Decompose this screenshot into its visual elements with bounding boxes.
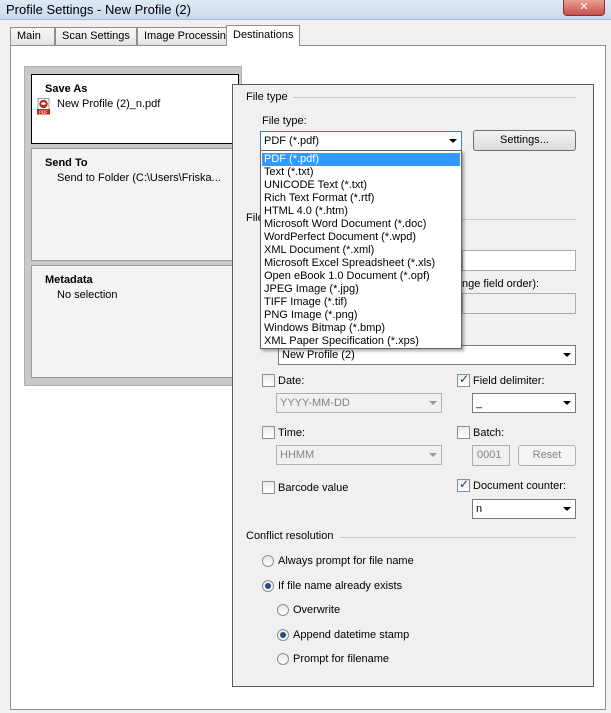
file-type-option[interactable]: HTML 4.0 (*.htm) [262, 205, 460, 218]
time-checkbox[interactable] [262, 426, 275, 439]
chevron-down-icon [563, 401, 571, 405]
append-datetime-label: Append datetime stamp [293, 629, 410, 641]
date-label: Date: [278, 375, 305, 387]
destination-subtitle: No selection [57, 289, 118, 301]
document-counter-value: n [476, 503, 483, 515]
profile-name-value: New Profile (2) [282, 349, 355, 361]
field-delimiter-value: _ [476, 397, 483, 409]
pdf-file-icon: PDF [37, 98, 50, 115]
chevron-down-icon [429, 401, 437, 405]
barcode-checkbox[interactable] [262, 481, 275, 494]
chevron-down-icon [563, 507, 571, 511]
tab-destinations-label: Destinations [233, 29, 294, 41]
group-divider [293, 97, 576, 98]
tab-image-processing[interactable]: Image Processing [137, 27, 236, 45]
field-delimiter-combo[interactable]: _ [472, 393, 576, 413]
svg-text:PDF: PDF [39, 110, 48, 115]
file-type-option[interactable]: Microsoft Excel Spreadsheet (*.xls) [262, 257, 460, 270]
group-divider [340, 537, 576, 538]
batch-value: 0001 [477, 449, 502, 461]
tab-image-processing-label: Image Processing [144, 30, 233, 42]
close-icon: ✕ [579, 1, 589, 13]
tab-destinations[interactable]: Destinations [226, 25, 300, 46]
settings-button[interactable]: Settings... [473, 130, 576, 151]
destination-send-to[interactable]: Send To Send to Folder (C:\Users\Friska.… [31, 148, 239, 261]
barcode-label: Barcode value [278, 482, 349, 494]
conflict-resolution-group-label: Conflict resolution [246, 530, 334, 542]
file-type-dropdown-list: PDF (*.pdf) Text (*.txt) UNICODE Text (*… [260, 150, 462, 349]
destination-subtitle: Send to Folder (C:\Users\Friska... [57, 172, 221, 184]
destination-title: Metadata [45, 274, 93, 286]
reset-button[interactable]: Reset [518, 445, 576, 466]
always-prompt-label: Always prompt for file name [278, 555, 414, 567]
time-label: Time: [278, 427, 306, 439]
file-type-option[interactable]: XML Document (*.xml) [262, 244, 460, 257]
destination-title: Send To [45, 157, 88, 169]
field-order-label: nge field order): [462, 278, 540, 290]
time-format-value: HHMM [280, 449, 315, 461]
batch-checkbox[interactable] [457, 426, 470, 439]
date-checkbox[interactable] [262, 374, 275, 387]
tab-main-label: Main [17, 30, 41, 42]
file-type-option[interactable]: JPEG Image (*.jpg) [262, 283, 460, 296]
if-exists-label: If file name already exists [278, 580, 403, 592]
file-type-combo[interactable]: PDF (*.pdf) [260, 131, 462, 151]
close-button[interactable]: ✕ [563, 0, 605, 16]
time-format-combo[interactable]: HHMM [276, 445, 442, 465]
field-order-input[interactable] [462, 293, 576, 314]
chevron-down-icon [563, 353, 571, 357]
file-name-prefix-input[interactable] [462, 250, 576, 271]
field-delimiter-label: Field delimiter: [473, 375, 545, 387]
tab-main[interactable]: Main [10, 27, 55, 45]
date-format-combo[interactable]: YYYY-MM-DD [276, 393, 442, 413]
always-prompt-radio[interactable] [262, 555, 274, 567]
group-divider [462, 219, 576, 220]
overwrite-radio[interactable] [277, 604, 289, 616]
file-type-option[interactable]: Microsoft Word Document (*.doc) [262, 218, 460, 231]
file-type-group-label: File type [246, 91, 288, 103]
destination-save-as[interactable]: Save As PDF New Profile (2)_n.pdf [31, 74, 239, 144]
tab-scan-settings-label: Scan Settings [62, 30, 130, 42]
file-type-option[interactable]: Rich Text Format (*.rtf) [262, 192, 460, 205]
file-type-option[interactable]: Text (*.txt) [262, 166, 460, 179]
document-counter-checkbox[interactable] [457, 477, 470, 492]
overwrite-label: Overwrite [293, 604, 341, 616]
tab-scan-settings[interactable]: Scan Settings [55, 27, 137, 45]
batch-label: Batch: [473, 427, 505, 439]
file-type-option[interactable]: Windows Bitmap (*.bmp) [262, 322, 460, 335]
append-datetime-radio[interactable] [277, 629, 289, 641]
prompt-filename-label: Prompt for filename [293, 653, 389, 665]
file-type-option[interactable]: PDF (*.pdf) [262, 153, 460, 166]
file-type-option[interactable]: XML Paper Specification (*.xps) [262, 335, 460, 348]
file-type-value: PDF (*.pdf) [264, 135, 320, 147]
chevron-down-icon [429, 453, 437, 457]
document-counter-label: Document counter: [473, 480, 566, 492]
prompt-filename-radio[interactable] [277, 653, 289, 665]
date-format-value: YYYY-MM-DD [280, 397, 350, 409]
file-type-option[interactable]: PNG Image (*.png) [262, 309, 460, 322]
if-exists-radio[interactable] [262, 580, 274, 592]
batch-input[interactable]: 0001 [472, 445, 510, 466]
file-type-label: File type: [262, 115, 307, 127]
destination-subtitle: New Profile (2)_n.pdf [57, 98, 161, 110]
document-counter-combo[interactable]: n [472, 499, 576, 519]
reset-button-label: Reset [532, 449, 562, 461]
file-type-option[interactable]: TIFF Image (*.tif) [262, 296, 460, 309]
file-type-option[interactable]: UNICODE Text (*.txt) [262, 179, 460, 192]
destination-metadata[interactable]: Metadata No selection [31, 265, 239, 378]
file-type-option[interactable]: Open eBook 1.0 Document (*.opf) [262, 270, 460, 283]
title-bar[interactable]: Profile Settings - New Profile (2) ✕ [0, 0, 611, 20]
destination-title: Save As [45, 83, 88, 95]
file-type-option[interactable]: WordPerfect Document (*.wpd) [262, 231, 460, 244]
settings-button-label: Settings... [500, 134, 549, 146]
chevron-down-icon [449, 139, 457, 143]
window-title: Profile Settings - New Profile (2) [6, 2, 191, 17]
field-delimiter-checkbox[interactable] [457, 372, 470, 387]
